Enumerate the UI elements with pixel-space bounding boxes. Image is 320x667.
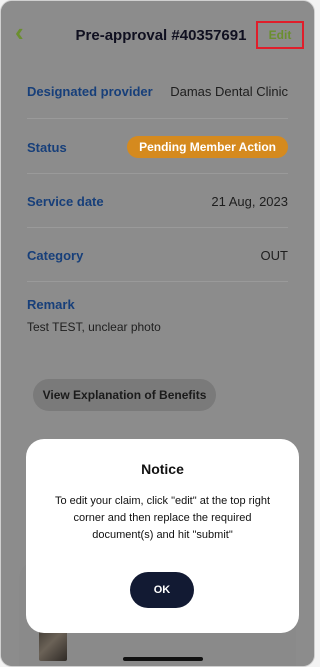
service-date-value: 21 Aug, 2023: [211, 193, 288, 209]
modal-title: Notice: [141, 461, 184, 477]
edit-button[interactable]: Edit: [256, 21, 304, 49]
remark-value: Test TEST, unclear photo: [27, 320, 161, 334]
remark-label: Remark: [27, 297, 75, 312]
category-label: Category: [27, 247, 84, 263]
divider: [27, 281, 288, 282]
view-eob-button[interactable]: View Explanation of Benefits: [33, 379, 216, 411]
category-row: Category OUT: [27, 243, 288, 267]
remark-section: Remark Test TEST, unclear photo: [27, 297, 288, 334]
status-badge: Pending Member Action: [127, 136, 288, 158]
designated-provider-label: Designated provider: [27, 83, 153, 99]
page-title: Pre-approval #40357691: [75, 27, 247, 44]
category-value: OUT: [260, 247, 288, 263]
ok-button[interactable]: OK: [130, 572, 194, 608]
back-chevron-icon[interactable]: ‹: [15, 19, 37, 45]
divider: [27, 173, 288, 174]
top-header: ‹ Pre-approval #40357691 Edit: [1, 1, 314, 61]
home-indicator: [123, 657, 203, 661]
service-date-label: Service date: [27, 193, 104, 209]
designated-provider-row: Designated provider Damas Dental Clinic: [27, 79, 288, 103]
divider: [27, 227, 288, 228]
modal-body: To edit your claim, click "edit" at the …: [54, 495, 271, 541]
designated-provider-value: Damas Dental Clinic: [170, 83, 288, 99]
service-date-row: Service date 21 Aug, 2023: [27, 189, 288, 213]
notice-modal: Notice To edit your claim, click "edit" …: [26, 439, 299, 633]
phone-screen: ‹ Pre-approval #40357691 Edit Designated…: [0, 0, 315, 667]
divider: [27, 118, 288, 119]
status-label: Status: [27, 139, 67, 155]
status-row: Status Pending Member Action: [27, 135, 288, 159]
